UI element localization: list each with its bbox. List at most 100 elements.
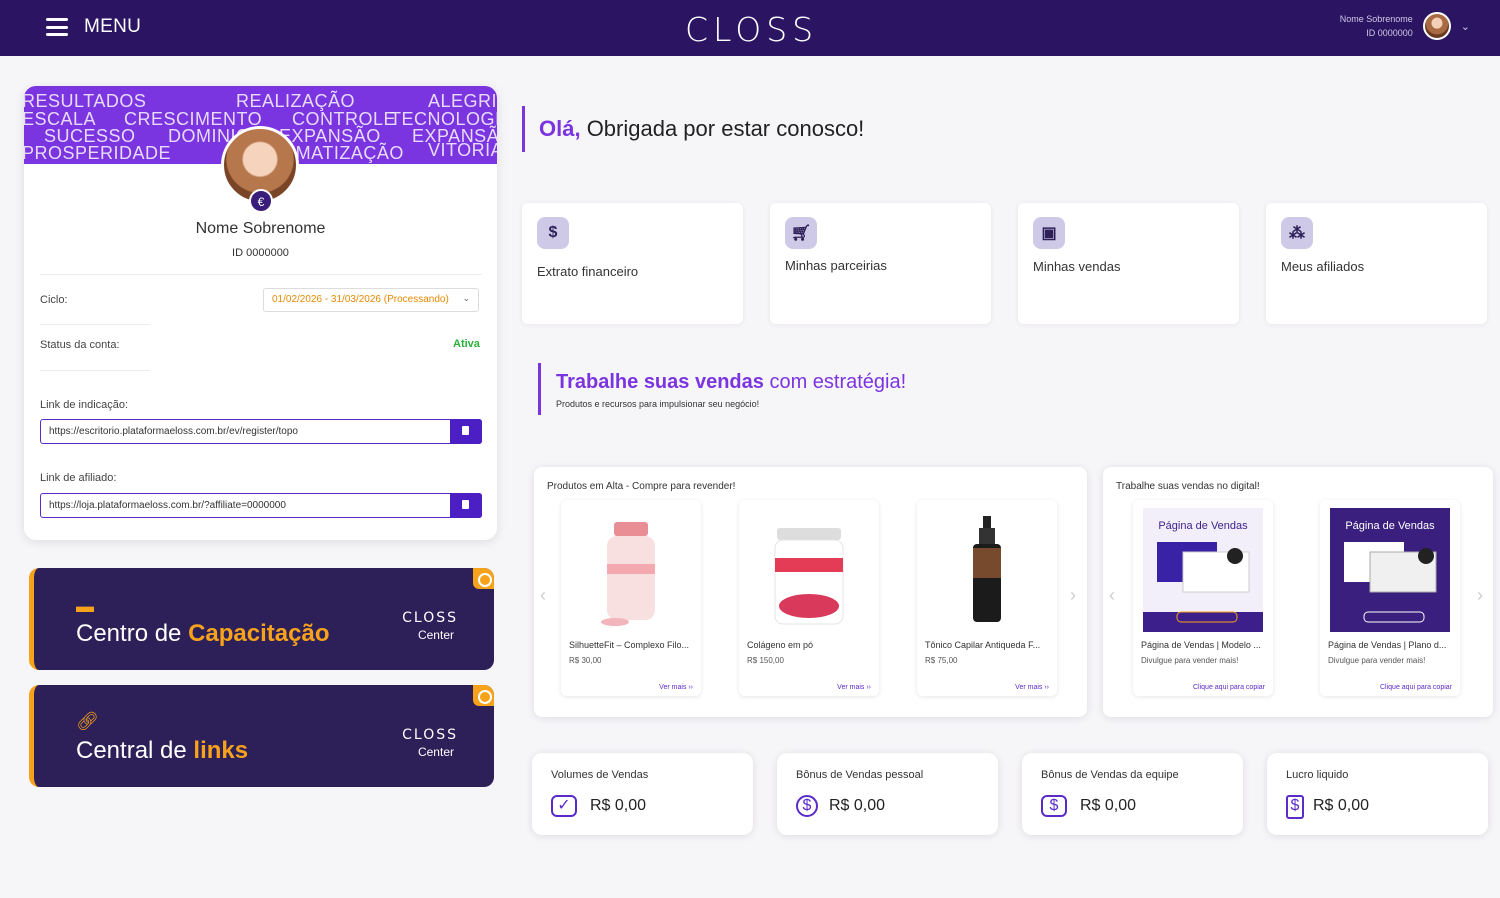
product-price: R$ 150,00	[747, 656, 784, 665]
sales-page-image-title: Página de Vendas	[1158, 520, 1248, 532]
sales-page-desc: Divulgue para vender mais!	[1328, 656, 1426, 665]
coin-icon: $	[796, 795, 818, 817]
quick-link-affiliates[interactable]: ⁂ Meus afiliados	[1266, 203, 1487, 324]
links-center-title: Central de links	[76, 737, 249, 764]
banner-word: REALIZAÇÃO	[236, 91, 356, 111]
links-center-card[interactable]: 🔗︎ Central de links CLOSS Center	[29, 685, 494, 787]
brand-logo: CLOSS	[402, 727, 458, 743]
quick-link-partners[interactable]: 🛒︎ Minhas parceirias	[770, 203, 991, 324]
quick-link-sales[interactable]: ▣ Minhas vendas	[1018, 203, 1239, 324]
products-panel-title: Produtos em Alta - Compre para revender!	[547, 481, 736, 492]
training-center-title: Centro de Capacitação	[76, 620, 330, 647]
referral-link-value: https://escritorio.plataformaeloss.com.b…	[49, 426, 298, 437]
stat-personal-bonus: Bônus de Vendas pessoal $ R$ 0,00	[777, 753, 998, 835]
product-card[interactable]: Colágeno em pó R$ 150,00 Ver mais ››	[739, 500, 879, 696]
brand-badge-icon: €	[249, 189, 273, 213]
external-link-icon[interactable]	[473, 568, 494, 589]
strategy-title-bold: Trabalhe suas vendas	[556, 371, 764, 393]
wallet-icon: ✓	[551, 795, 577, 817]
status-label: Status da conta:	[40, 339, 120, 351]
menu-button[interactable]: MENU	[46, 16, 141, 38]
hamburger-icon	[46, 18, 68, 36]
copy-link[interactable]: Clique aqui para copiar	[1193, 684, 1265, 691]
menu-label: MENU	[84, 16, 142, 37]
divider	[40, 370, 150, 371]
chevron-left-icon[interactable]: ‹	[1109, 585, 1115, 606]
stat-label: Bônus de Vendas da equipe	[1041, 769, 1179, 781]
top-bar: MENU CLOSS Nome Sobrenome ID 0000000 ⌄	[0, 0, 1500, 56]
product-name: SilhuetteFit – Complexo Filo...	[569, 640, 690, 650]
divider	[40, 324, 150, 325]
external-link-icon[interactable]	[473, 685, 494, 706]
quick-link-label: Minhas parceirias	[785, 258, 887, 273]
strategy-subtitle: Produtos e recursos para impulsionar seu…	[556, 399, 760, 409]
sales-page-image-title: Página de Vendas	[1345, 520, 1435, 532]
brand-sub: Center	[417, 745, 454, 759]
sales-page-desc: Divulgue para vender mais!	[1141, 656, 1239, 665]
sales-page-card[interactable]: Página de Vendas Página de Vendas | Mode…	[1133, 500, 1273, 696]
strategy-heading: Trabalhe suas vendas com estratégia! Pro…	[538, 363, 906, 415]
affiliate-link-label: Link de afiliado:	[40, 472, 117, 484]
affiliate-link-field[interactable]: https://loja.plataformaeloss.com.br/?aff…	[40, 493, 482, 518]
logo[interactable]: CLOSS	[685, 10, 818, 49]
stat-label: Volumes de Vendas	[551, 769, 649, 781]
sales-page-name: Página de Vendas | Plano d...	[1328, 640, 1447, 650]
user-name: Nome Sobrenome	[1339, 14, 1413, 24]
stat-value: R$ 0,00	[1313, 797, 1370, 814]
sales-page-card[interactable]: Página de Vendas Página de Vendas | Plan…	[1320, 500, 1460, 696]
quick-link-financial[interactable]: $ Extrato financeiro	[522, 203, 743, 324]
profile-name: Nome Sobrenome	[195, 220, 326, 237]
chevron-right-icon[interactable]: ›	[1477, 585, 1483, 606]
training-center-card[interactable]: ▬ Centro de Capacitação CLOSS Center	[29, 568, 494, 670]
banner-word: ALEGRIA	[428, 91, 497, 111]
cart-icon: 🛒︎	[785, 217, 817, 249]
banner-word: VITORIA	[428, 140, 497, 160]
product-image	[973, 516, 1001, 622]
chevron-down-icon: ⌄	[462, 293, 470, 303]
cycle-label: Ciclo:	[40, 294, 68, 306]
chevron-left-icon[interactable]: ‹	[540, 585, 546, 606]
quick-link-label: Meus afiliados	[1281, 259, 1365, 274]
product-price: R$ 30,00	[569, 656, 602, 665]
product-image	[601, 522, 655, 626]
see-more-link[interactable]: Ver mais ››	[1015, 684, 1049, 691]
wallet-icon: ▣	[1033, 217, 1065, 249]
user-menu[interactable]: Nome Sobrenome ID 0000000 ⌄	[1340, 12, 1470, 40]
cycle-value: 01/02/2026 - 31/03/2026 (Processando)	[272, 294, 449, 305]
profile-card: RESULTADOS REALIZAÇÃO ALEGRIA ESCALA CRE…	[24, 86, 497, 540]
user-id: ID 0000000	[1366, 28, 1413, 38]
brand-sub: Center	[417, 628, 454, 642]
product-name: Colágeno em pó	[747, 640, 814, 650]
affiliate-link-value: https://loja.plataformaeloss.com.br/?aff…	[49, 500, 286, 511]
product-card[interactable]: SilhuetteFit – Complexo Filo... R$ 30,00…	[561, 500, 701, 696]
cycle-select[interactable]: 01/02/2026 - 31/03/2026 (Processando) ⌄	[263, 288, 479, 312]
greeting-text: Obrigada por estar conosco!	[580, 116, 865, 141]
referral-link-field[interactable]: https://escritorio.plataformaeloss.com.b…	[40, 419, 482, 444]
stat-team-bonus: Bônus de Vendas da equipe $ R$ 0,00	[1022, 753, 1243, 835]
stat-label: Lucro liquido	[1286, 769, 1349, 781]
stat-sales-volume: Volumes de Vendas ✓ R$ 0,00	[532, 753, 753, 835]
greeting: Olá, Obrigada por estar conosco!	[522, 106, 864, 152]
product-price: R$ 75,00	[925, 656, 958, 665]
stat-value: R$ 0,00	[590, 797, 647, 814]
see-more-link[interactable]: Ver mais ››	[659, 684, 693, 691]
greeting-hello: Olá,	[539, 116, 581, 141]
stat-value: R$ 0,00	[829, 797, 886, 814]
brand-logo: CLOSS	[402, 610, 458, 626]
copy-affiliate-button[interactable]	[450, 493, 482, 518]
link-icon: 🔗︎	[76, 711, 99, 731]
invoice-icon: $	[1286, 795, 1304, 819]
chevron-right-icon[interactable]: ›	[1070, 585, 1076, 606]
product-card[interactable]: Tônico Capilar Antiqueda F... R$ 75,00 V…	[917, 500, 1057, 696]
status-badge: Ativa	[453, 338, 480, 350]
banner-word: PROSPERIDADE	[24, 143, 172, 163]
graduation-cap-icon: ▬	[76, 596, 94, 616]
product-image	[774, 528, 844, 625]
network-icon: ⁂	[1281, 217, 1313, 249]
banner-word: RESULTADOS	[24, 91, 147, 111]
copy-referral-button[interactable]	[450, 419, 482, 444]
dollar-icon: $	[537, 217, 569, 249]
see-more-link[interactable]: Ver mais ››	[837, 684, 871, 691]
copy-link[interactable]: Clique aqui para copiar	[1380, 684, 1452, 691]
quick-link-label: Minhas vendas	[1033, 259, 1121, 274]
